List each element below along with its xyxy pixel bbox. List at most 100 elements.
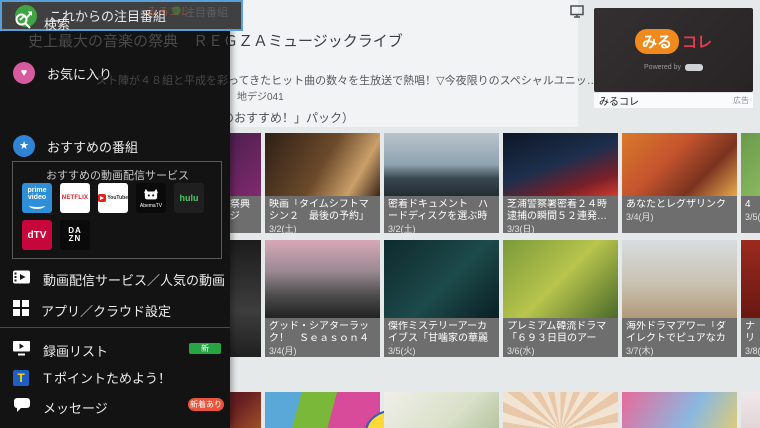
recording-new-badge: 新: [189, 343, 221, 354]
tpoint-icon: T: [13, 370, 29, 386]
program-thumbnail: [384, 240, 499, 318]
program-channel: 地デジ041: [237, 88, 284, 103]
program-card[interactable]: 密着ドキュメント ハードディスクを選ぶ時 3/2(土): [384, 133, 499, 233]
card-title: 傑作ミステリーアーカイブス「甘噛家の華麗な…: [388, 321, 495, 345]
program-thumbnail: [741, 133, 760, 196]
program-card[interactable]: 4 3/5(火): [741, 133, 760, 233]
program-card[interactable]: 傑作ミステリーアーカイブス「甘噛家の華麗な… 3/5(火): [384, 240, 499, 357]
card-date: 3/3(日): [507, 224, 614, 233]
dazn-logo[interactable]: DA ZN: [60, 220, 90, 250]
program-thumbnail: [384, 392, 499, 428]
hulu-text: hulu: [180, 193, 199, 203]
sidebar-item-recording-list[interactable]: 録画リスト: [12, 340, 108, 361]
program-card[interactable]: あなたとレグザリンク 3/4(月): [622, 133, 737, 233]
program-thumbnail: [622, 392, 737, 428]
streaming-services-label: おすすめの動画配信サービス: [46, 167, 189, 183]
program-thumbnail: [503, 133, 618, 196]
ad-tag: 広告: [733, 95, 749, 106]
sidebar-item-tpoint[interactable]: T Ｔポイントためよう！: [13, 368, 171, 387]
dazn-text: ZN: [69, 235, 82, 243]
card-date: 3/2(土): [269, 224, 376, 233]
sidebar-item-app-cloud[interactable]: アプリ／クラウド設定: [13, 300, 171, 321]
dtv-logo[interactable]: dTV: [22, 220, 52, 250]
program-card[interactable]: 映画「タイムシフトマシン２ 最後の予約」 3/2(土): [265, 133, 380, 233]
sidebar-menu: 検索 ♥ お気に入り これからの注目番組 ★ おすすめの番組 おすすめの動画配信…: [0, 0, 230, 428]
program-caption: 傑作ミステリーアーカイブス「甘噛家の華麗な… 3/5(火): [384, 318, 499, 357]
youtube-logo[interactable]: YouTube: [98, 183, 128, 213]
mirukore-logo-miru: みる: [635, 29, 679, 54]
sidebar-item-label: 動画配信サービス／人気の動画: [43, 270, 225, 289]
card-date: 3/4(月): [269, 346, 376, 356]
dtv-text: dTV: [28, 230, 47, 241]
sidebar-item-video-services[interactable]: 動画配信サービス／人気の動画: [12, 269, 225, 290]
program-caption: 密着ドキュメント ハードディスクを選ぶ時 3/2(土): [384, 196, 499, 233]
prime-video-text: video: [28, 194, 46, 201]
card-title: 映画「タイムシフトマシン２ 最後の予約」: [269, 199, 376, 223]
program-card[interactable]: [503, 392, 618, 428]
sidebar-item-label: アプリ／クラウド設定: [41, 301, 171, 320]
mirukore-ad-banner[interactable]: みる コレ Powered by: [594, 8, 753, 92]
card-date: 3/8(金): [745, 346, 756, 356]
sidebar-item-label: お気に入り: [47, 64, 112, 83]
program-caption: あなたとレグザリンク 3/4(月): [622, 196, 737, 233]
card-date: 3/5(火): [745, 212, 756, 222]
program-card[interactable]: [622, 392, 737, 428]
program-card[interactable]: プレミアム韓流ドラマ「６９３日目のアート… 3/6(水): [503, 240, 618, 357]
mirukore-logo: みる コレ: [635, 29, 712, 54]
sidebar-item-messages[interactable]: メッセージ: [13, 397, 108, 418]
program-caption: ナリ 3/8(金): [741, 318, 760, 357]
heart-icon: ♥: [13, 62, 35, 84]
program-card[interactable]: 海外ドラマアワー「ダイレクトでピュアなカラ… 3/7(木): [622, 240, 737, 357]
prime-video-logo[interactable]: prime video: [22, 183, 52, 213]
program-thumbnail: [265, 240, 380, 318]
program-thumbnail: [622, 133, 737, 196]
program-card[interactable]: グッド・シアターラック！ Ｓｅａｓｏｎ４ 3/4(月): [265, 240, 380, 357]
powered-by-text: Powered by: [644, 64, 681, 71]
sidebar-item-search[interactable]: 検索: [14, 12, 70, 35]
netflix-logo[interactable]: NETFLIX: [60, 183, 90, 213]
program-card[interactable]: [384, 392, 499, 428]
tv-home-screen: 史上最大の音楽の祭典 ＲＥＧＺＡミュージックライブ スト陣が４８組と平成を彩って…: [0, 0, 760, 428]
program-thumbnail: [741, 392, 760, 428]
sidebar-item-favorites[interactable]: ♥ お気に入り: [13, 62, 112, 84]
card-title: グッド・シアターラック！ Ｓｅａｓｏｎ４: [269, 321, 376, 345]
card-date: 3/5(火): [388, 346, 495, 356]
sidebar-item-label: おすすめの番組: [47, 137, 138, 156]
card-date: 3/2(土): [388, 224, 495, 233]
sidebar-item-label: 録画リスト: [43, 341, 108, 360]
netflix-text: NETFLIX: [62, 195, 88, 201]
message-bubble-icon: [13, 397, 31, 418]
prime-smile-arrow: [29, 202, 45, 209]
program-card[interactable]: [741, 392, 760, 428]
card-title: あなたとレグザリンク: [626, 199, 733, 211]
abema-text: AbemaTV: [140, 203, 162, 209]
hulu-logo[interactable]: hulu: [174, 183, 204, 213]
program-card[interactable]: BANG!: [265, 392, 380, 428]
card-date: 3/6(水): [507, 346, 614, 356]
card-title: 密着ドキュメント ハードディスクを選ぶ時: [388, 199, 495, 223]
program-thumbnail: [503, 240, 618, 318]
sidebar-item-label: Ｔポイントためよう！: [41, 368, 171, 387]
program-thumbnail: [384, 133, 499, 196]
program-caption: 芝浦警察署密着２４時 逮捕の瞬間５２連発… 3/3(日): [503, 196, 618, 233]
program-caption: グッド・シアターラック！ Ｓｅａｓｏｎ４ 3/4(月): [265, 318, 380, 357]
card-title: 4: [745, 199, 756, 211]
abema-logo[interactable]: AbemaTV: [136, 183, 166, 213]
youtube-play-icon: [98, 194, 106, 202]
powered-by-logo: [685, 64, 703, 71]
program-card[interactable]: 芝浦警察署密着２４時 逮捕の瞬間５２連発… 3/3(日): [503, 133, 618, 233]
program-card[interactable]: ナリ 3/8(金): [741, 240, 760, 357]
program-caption: 4 3/5(火): [741, 196, 760, 233]
sidebar-item-recommended[interactable]: ★ おすすめの番組: [13, 135, 138, 157]
program-thumbnail: [265, 133, 380, 196]
card-date: 3/4(月): [626, 212, 733, 222]
streaming-services-box: おすすめの動画配信サービス prime video NETFLIX YouTub…: [12, 161, 222, 259]
program-thumbnail: [622, 240, 737, 318]
card-title: プレミアム韓流ドラマ「６９３日目のアート…: [507, 321, 614, 345]
display-icon: [570, 5, 584, 23]
card-title: ナリ: [745, 321, 756, 345]
grid-icon: [13, 300, 29, 321]
ad-caption-bar: みるコレ 広告: [594, 92, 753, 108]
program-thumbnail: [741, 240, 760, 318]
search-icon: [14, 12, 32, 35]
